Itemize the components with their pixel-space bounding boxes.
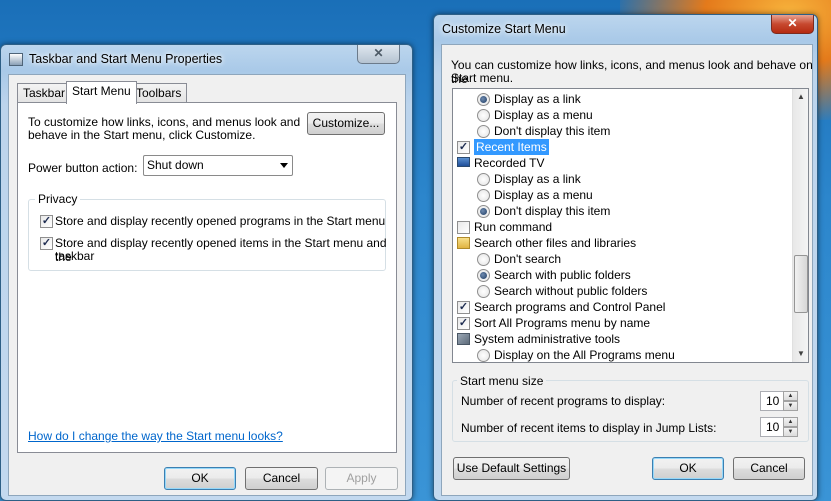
tree-item-label: System administrative tools	[474, 332, 621, 346]
tree-item-label: Recorded TV	[474, 156, 545, 170]
tree-item-label: Display as a link	[494, 172, 581, 186]
radio-button[interactable]	[477, 285, 490, 298]
tree-item-label: Search without public folders	[494, 284, 648, 298]
store-programs-checkbox[interactable]: ✓	[40, 215, 53, 228]
use-default-settings-button[interactable]: Use Default Settings	[453, 457, 570, 480]
radio-button[interactable]	[477, 349, 490, 362]
spin-down-icon-2[interactable]: ▼	[783, 427, 798, 437]
close-button-customize[interactable]: ✕	[771, 15, 814, 34]
tree-item-label: Don't display this item	[494, 204, 611, 218]
radio-button[interactable]	[477, 93, 490, 106]
apply-button[interactable]: Apply	[325, 467, 398, 490]
tree-item-label: Sort All Programs menu by name	[474, 316, 651, 330]
chevron-down-icon	[280, 163, 288, 168]
checkbox[interactable]: ✓	[457, 301, 470, 314]
store-programs-label: Store and display recently opened progra…	[55, 214, 386, 228]
taskbar-properties-icon	[9, 53, 23, 66]
radio-button[interactable]	[477, 269, 490, 282]
tree-item-label: Don't search	[494, 252, 561, 266]
tree-item-label: Display as a menu	[494, 188, 593, 202]
ok-button-customize[interactable]: OK	[652, 457, 724, 480]
start-menu-options-tree[interactable]: Display as a link Display as a menu Don't …	[452, 88, 809, 363]
spin-down-icon[interactable]: ▼	[783, 401, 798, 411]
power-button-dropdown[interactable]: Shut down	[143, 155, 293, 176]
tree-item-label: Search programs and Control Panel	[474, 300, 666, 314]
recent-items-input[interactable]: 10	[760, 417, 784, 437]
tree-item-label: Recent Items	[473, 138, 550, 156]
customize-button[interactable]: Customize...	[307, 112, 385, 135]
recent-items-label: Number of recent items to display in Jum…	[461, 421, 717, 435]
store-items-label-2: taskbar	[55, 249, 95, 263]
radio-dot-icon	[480, 208, 487, 215]
radio-button[interactable]	[477, 205, 490, 218]
vertical-scrollbar[interactable]: ▲ ▼	[792, 89, 808, 362]
radio-button[interactable]	[477, 253, 490, 266]
start-menu-tab-panel: To customize how links, icons, and menus…	[17, 102, 397, 453]
admin-tools-icon	[457, 333, 470, 345]
monitor-icon	[457, 157, 470, 167]
title-bar-customize[interactable]: Customize Start Menu ✕	[434, 15, 817, 43]
power-button-value: Shut down	[147, 158, 204, 172]
tree-item-label: Don't display this item	[494, 124, 611, 138]
window-title-customize: Customize Start Menu	[442, 22, 566, 36]
radio-button[interactable]	[477, 173, 490, 186]
radio-button[interactable]	[477, 125, 490, 138]
radio-dot-icon	[480, 96, 487, 103]
ok-button[interactable]: OK	[164, 467, 236, 490]
recent-programs-label: Number of recent programs to display:	[461, 394, 666, 408]
help-link[interactable]: How do I change the way the Start menu l…	[28, 429, 283, 443]
scroll-down-icon[interactable]: ▼	[793, 346, 808, 362]
folder-icon	[457, 237, 470, 249]
tab-taskbar[interactable]: Taskbar	[17, 83, 72, 103]
tree-item-label: Display as a link	[494, 92, 581, 106]
cancel-button-customize[interactable]: Cancel	[733, 457, 805, 480]
tab-start-menu[interactable]: Start Menu	[66, 81, 137, 104]
checkbox[interactable]: ✓	[457, 317, 470, 330]
description-text: To customize how links, icons, and menus…	[28, 115, 301, 129]
spin-up-icon-2[interactable]: ▲	[783, 417, 798, 427]
tree-item-label: Search other files and libraries	[474, 236, 637, 250]
title-bar[interactable]: Taskbar and Start Menu Properties ✕	[1, 45, 412, 73]
window-title: Taskbar and Start Menu Properties	[29, 52, 223, 66]
recent-programs-input[interactable]: 10	[760, 391, 784, 411]
scroll-thumb[interactable]	[794, 255, 808, 313]
description-text-2: behave in the Start menu, click Customiz…	[28, 128, 256, 142]
checkbox[interactable]: ✓	[457, 141, 470, 154]
tab-toolbars[interactable]: Toolbars	[130, 83, 188, 103]
radio-dot-icon	[480, 272, 487, 279]
close-button[interactable]: ✕	[357, 45, 400, 64]
store-items-label: Store and display recently opened items …	[55, 236, 387, 264]
power-button-label: Power button action:	[28, 161, 138, 175]
scroll-up-icon[interactable]: ▲	[793, 89, 808, 105]
tree-item-label: Display as a menu	[494, 108, 593, 122]
customize-description-2: Start menu.	[451, 71, 514, 85]
checkbox[interactable]	[457, 221, 470, 234]
tree-item-label: Display on the All Programs menu	[494, 348, 675, 362]
store-items-checkbox[interactable]: ✓	[40, 237, 53, 250]
privacy-group-label: Privacy	[35, 192, 81, 206]
start-menu-size-label: Start menu size	[457, 374, 547, 388]
cancel-button[interactable]: Cancel	[245, 467, 318, 490]
recent-programs-stepper[interactable]: ▲ ▼	[783, 391, 798, 411]
tree-item-label: Search with public folders	[494, 268, 631, 282]
radio-button[interactable]	[477, 189, 490, 202]
spin-up-icon[interactable]: ▲	[783, 391, 798, 401]
recent-items-stepper[interactable]: ▲ ▼	[783, 417, 798, 437]
tree-item-label: Run command	[474, 220, 553, 234]
radio-button[interactable]	[477, 109, 490, 122]
